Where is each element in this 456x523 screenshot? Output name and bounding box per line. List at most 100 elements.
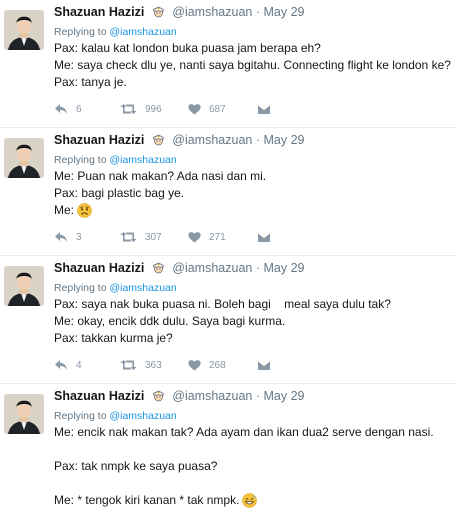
- direct-message-icon: [257, 359, 271, 371]
- like-heart-icon: [188, 104, 201, 115]
- tweet-line: Pax: takkan kurma je?: [54, 331, 173, 345]
- tweet-date[interactable]: May 29: [264, 133, 305, 147]
- like-button[interactable]: 687: [188, 101, 226, 117]
- retweet-icon: [120, 104, 137, 114]
- pilot-cap-badge-icon: [152, 389, 165, 405]
- tweet-feed: Shazuan Hazizi @iamshazuan · May 29 Repl…: [0, 0, 456, 523]
- author-name[interactable]: Shazuan Hazizi: [54, 133, 144, 147]
- direct-message-button[interactable]: [257, 229, 271, 245]
- retweet-count: 307: [145, 231, 162, 243]
- reply-count: 4: [76, 359, 82, 371]
- tweet-line: Pax: kalau kat london buka puasa jam ber…: [54, 41, 321, 55]
- separator-dot: ·: [255, 133, 261, 147]
- reply-count: 6: [76, 103, 82, 115]
- tweet-line: Pax: tanya je.: [54, 75, 127, 89]
- tweet-line: Pax: bagi plastic bag ye.: [54, 186, 185, 200]
- reply-icon: [55, 360, 67, 370]
- retweet-count: 363: [145, 359, 162, 371]
- tweet-text: Pax: saya nak buka puasa ni. Boleh bagi …: [54, 296, 452, 347]
- avatar[interactable]: [4, 10, 44, 50]
- replying-label: Replying to: [54, 26, 107, 38]
- reply-icon: [55, 104, 67, 114]
- direct-message-icon: [257, 103, 271, 115]
- direct-message-icon: [257, 231, 271, 243]
- avatar[interactable]: [4, 266, 44, 306]
- tweet-date[interactable]: May 29: [264, 5, 305, 19]
- tweet-line: Me: * tengok kiri kanan * tak nmpk.: [54, 492, 452, 513]
- replying-handle-link[interactable]: @iamshazuan: [109, 410, 176, 422]
- tweet[interactable]: Shazuan Hazizi @iamshazuan · May 29 Repl…: [0, 128, 456, 256]
- tweet-text: Me: encik nak makan tak? Ada ayam dan ik…: [54, 424, 452, 513]
- like-button[interactable]: 271: [188, 229, 226, 245]
- pilot-cap-badge-icon: [152, 5, 165, 21]
- replying-to: Replying to @iamshazuan: [54, 410, 177, 422]
- tweet-header: Shazuan Hazizi @iamshazuan · May 29: [54, 389, 305, 405]
- retweet-button[interactable]: 996: [120, 101, 162, 117]
- replying-to: Replying to @iamshazuan: [54, 154, 177, 166]
- tweet-line-text: Me: * tengok kiri kanan * tak nmpk.: [54, 493, 240, 507]
- tweet-header: Shazuan Hazizi @iamshazuan · May 29: [54, 261, 305, 277]
- like-button[interactable]: 268: [188, 357, 226, 373]
- pilot-cap-badge-icon: [152, 133, 165, 149]
- pilot-cap-badge-icon: [152, 261, 165, 277]
- author-handle[interactable]: @iamshazuan: [172, 389, 252, 403]
- reply-button[interactable]: 6: [54, 101, 82, 117]
- reply-button[interactable]: 3: [54, 229, 82, 245]
- author-handle[interactable]: @iamshazuan: [172, 5, 252, 19]
- author-handle[interactable]: @iamshazuan: [172, 133, 252, 147]
- tweet-actions: 3 307 271: [54, 229, 454, 245]
- replying-handle-link[interactable]: @iamshazuan: [109, 26, 176, 38]
- tweet-text: Pax: kalau kat london buka puasa jam ber…: [54, 40, 452, 91]
- tweet-line: Me:: [54, 202, 452, 223]
- tweet-line: Pax: saya nak buka puasa ni. Boleh bagi …: [54, 297, 391, 311]
- author-name[interactable]: Shazuan Hazizi: [54, 261, 144, 275]
- grinning-sweat-emoji: [242, 493, 258, 513]
- avatar[interactable]: [4, 394, 44, 434]
- replying-label: Replying to: [54, 410, 107, 422]
- tweet-line: Me: encik nak makan tak? Ada ayam dan ik…: [54, 425, 434, 439]
- author-name[interactable]: Shazuan Hazizi: [54, 5, 144, 19]
- tweet-text: Me: Puan nak makan? Ada nasi dan mi. Pax…: [54, 168, 452, 223]
- like-count: 268: [209, 359, 226, 371]
- tweet-line: Me: okay, encik ddk dulu. Saya bagi kurm…: [54, 314, 286, 328]
- tweet-actions: 4 363 268: [54, 357, 454, 373]
- avatar[interactable]: [4, 138, 44, 178]
- separator-dot: ·: [255, 389, 261, 403]
- tweet-date[interactable]: May 29: [264, 261, 305, 275]
- replying-to: Replying to @iamshazuan: [54, 26, 177, 38]
- retweet-icon: [120, 360, 137, 370]
- replying-handle-link[interactable]: @iamshazuan: [109, 282, 176, 294]
- reply-button[interactable]: 4: [54, 357, 82, 373]
- replying-label: Replying to: [54, 282, 107, 294]
- like-heart-icon: [188, 232, 201, 243]
- reply-icon: [55, 232, 67, 242]
- direct-message-button[interactable]: [257, 357, 271, 373]
- like-count: 687: [209, 103, 226, 115]
- like-count: 271: [209, 231, 226, 243]
- retweet-button[interactable]: 363: [120, 357, 162, 373]
- author-handle[interactable]: @iamshazuan: [172, 261, 252, 275]
- reply-count: 3: [76, 231, 82, 243]
- direct-message-button[interactable]: [257, 101, 271, 117]
- separator-dot: ·: [255, 5, 261, 19]
- disappointed-face-emoji: [77, 203, 92, 223]
- tweet[interactable]: Shazuan Hazizi @iamshazuan · May 29 Repl…: [0, 0, 456, 128]
- replying-to: Replying to @iamshazuan: [54, 282, 177, 294]
- replying-handle-link[interactable]: @iamshazuan: [109, 154, 176, 166]
- tweet-header: Shazuan Hazizi @iamshazuan · May 29: [54, 133, 305, 149]
- tweet-date[interactable]: May 29: [264, 389, 305, 403]
- retweet-icon: [120, 232, 137, 242]
- tweet-header: Shazuan Hazizi @iamshazuan · May 29: [54, 5, 305, 21]
- tweet-line: Me: saya check dlu ye, nanti saya bgitah…: [54, 58, 451, 72]
- tweet[interactable]: Shazuan Hazizi @iamshazuan · May 29 Repl…: [0, 384, 456, 523]
- author-name[interactable]: Shazuan Hazizi: [54, 389, 144, 403]
- tweet[interactable]: Shazuan Hazizi @iamshazuan · May 29 Repl…: [0, 256, 456, 384]
- separator-dot: ·: [255, 261, 261, 275]
- like-heart-icon: [188, 360, 201, 371]
- tweet-actions: 6 996 687: [54, 101, 454, 117]
- retweet-button[interactable]: 307: [120, 229, 162, 245]
- retweet-count: 996: [145, 103, 162, 115]
- tweet-line: Pax: tak nmpk ke saya puasa?: [54, 459, 218, 473]
